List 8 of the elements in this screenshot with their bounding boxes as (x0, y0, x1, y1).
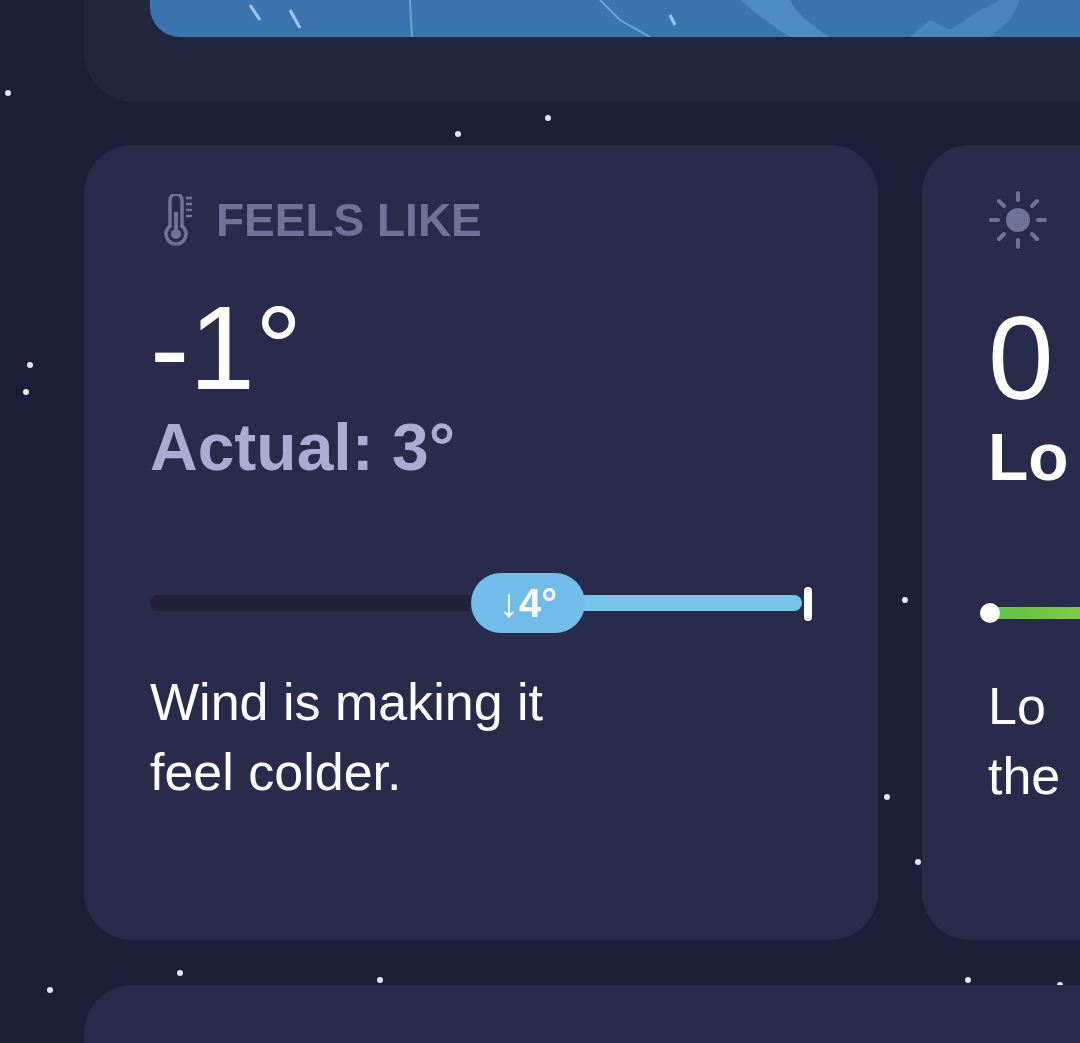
description: Wind is making it feel colder. (150, 672, 544, 804)
card-title: FEELS LIKE (216, 193, 482, 247)
actual-temperature: Actual: 3° (150, 409, 457, 485)
temperature-value: -1° (150, 289, 304, 407)
uv-category: Lo (988, 419, 1070, 495)
description: Lo the (988, 676, 1062, 808)
difference-badge: ↓4° (471, 573, 586, 633)
uv-value: 0 (988, 299, 1055, 417)
